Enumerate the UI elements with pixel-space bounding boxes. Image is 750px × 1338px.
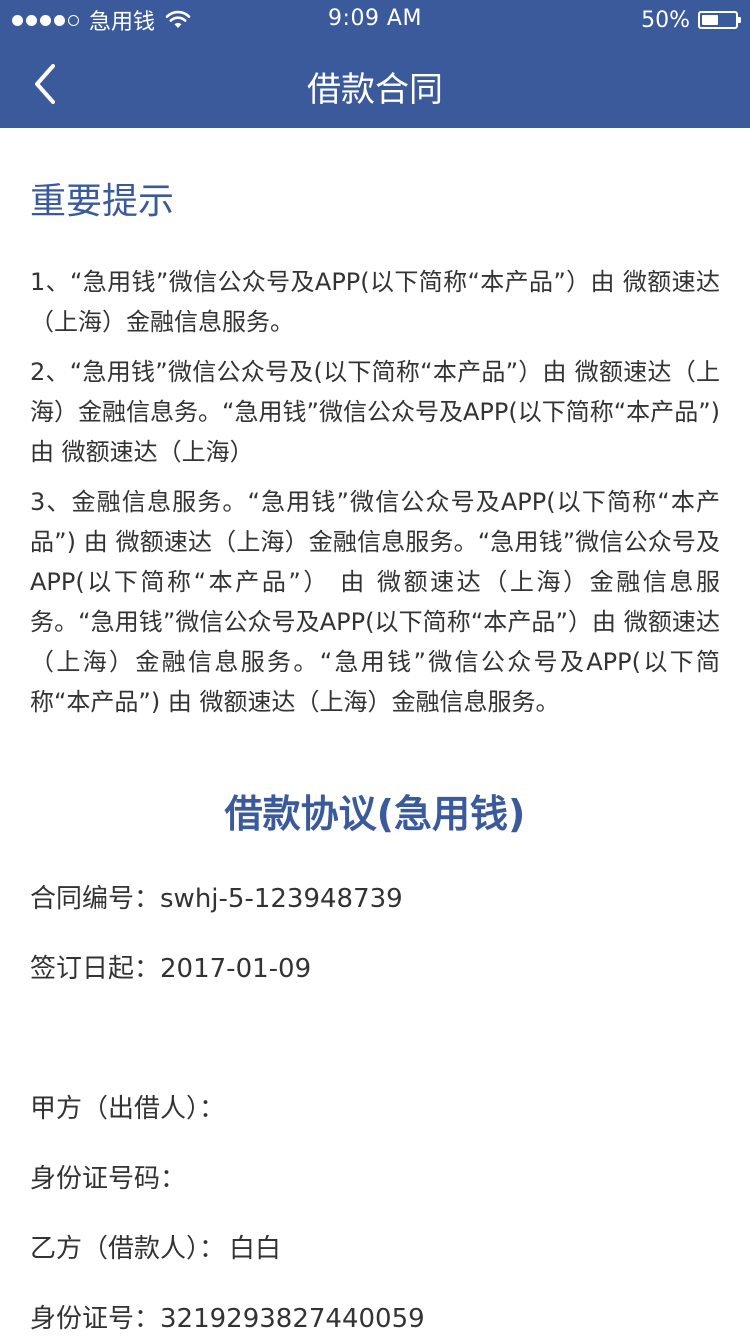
contract-number-label: 合同编号： [30, 884, 161, 914]
app-header: 急用钱 9:09 AM 50% 借款合同 [0, 0, 750, 128]
lender-row: 甲方（出借人）： [30, 1090, 720, 1128]
lender-label: 甲方（出借人）： [30, 1094, 226, 1124]
status-bar: 急用钱 9:09 AM 50% [0, 0, 750, 40]
contract-number-row: 合同编号：swhj-5-123948739 [30, 880, 720, 918]
notice-item: 3、金融信息服务。“急用钱”微信公众号及APP(以下简称“本产品”) 由 微额速… [30, 488, 720, 716]
lender-id-row: 身份证号码： [30, 1160, 720, 1198]
borrower-id-value: 321929382744​0059 [160, 1304, 425, 1334]
notice-item: 2、“急用钱”微信公众号及(以下简称“本产品”）由 微额速达（上海）金融信息务。… [30, 358, 720, 466]
notice-heading: 重要提示 [30, 181, 175, 222]
battery-fill [702, 15, 718, 25]
contract-content: 重要提示 1、“急用钱”微信公众号及APP(以下简称“本产品”）由 微额速达（上… [30, 128, 720, 1338]
status-right: 50% [641, 6, 741, 34]
battery-icon [698, 11, 741, 29]
agreement-title: 借款协议(急用钱) [224, 792, 526, 836]
battery-cap [738, 17, 741, 23]
status-time: 9:09 AM [328, 6, 422, 31]
borrower-id-label: 身份证号： [30, 1304, 161, 1334]
notice-list: 1、“急用钱”微信公众号及APP(以下简称“本产品”）由 微额速达（上海）金融信… [30, 262, 720, 722]
contract-number-value: swhj-5-123948739 [160, 884, 403, 914]
lender-id-label: 身份证号码： [30, 1164, 187, 1194]
borrower-row: 乙方（借款人）： 白白 [30, 1230, 720, 1268]
page-title: 借款合同 [307, 70, 443, 110]
battery-percent: 50% [641, 7, 690, 33]
sign-date-row: 签订日起：2017-01-09 [30, 950, 720, 988]
borrower-label: 乙方（借款人）： [30, 1234, 226, 1264]
borrower-name: 白白 [229, 1234, 282, 1264]
sign-date-value: 2017-01-09 [160, 954, 312, 984]
nav-bar: 借款合同 [0, 40, 750, 128]
borrower-id-row: 身份证号：321929382744​0059 [30, 1300, 720, 1338]
sign-date-label: 签订日起： [30, 954, 161, 984]
notice-item: 1、“急用钱”微信公众号及APP(以下简称“本产品”）由 微额速达（上海）金融信… [30, 268, 720, 336]
